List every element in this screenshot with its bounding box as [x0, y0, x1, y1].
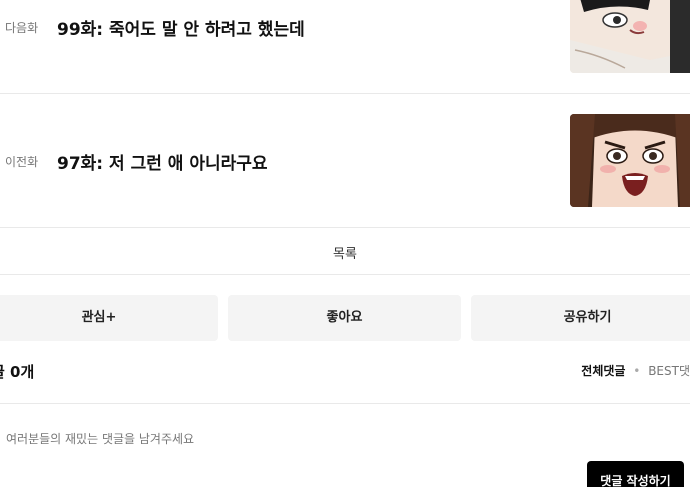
- write-comment-button[interactable]: 댓글 작성하기: [587, 461, 684, 487]
- share-button[interactable]: 공유하기: [471, 295, 690, 341]
- comments-header: 글 0개 전체댓글 • BEST댓: [0, 360, 690, 404]
- episode-list-label: 목록: [333, 247, 357, 262]
- previous-episode-thumbnail[interactable]: [570, 114, 690, 207]
- episode-list-link[interactable]: 목록: [0, 228, 690, 275]
- previous-episode-title[interactable]: 97화: 저 그런 애 아니라구요: [57, 149, 268, 174]
- previous-episode-row[interactable]: 이전화 97화: 저 그런 애 아니라구요: [0, 94, 690, 228]
- next-episode-row[interactable]: 다음화 99화: 죽어도 말 안 하려고 했는데: [0, 0, 690, 94]
- comment-sort-tabs: 전체댓글 • BEST댓: [581, 362, 690, 379]
- tab-separator: •: [633, 364, 641, 378]
- like-button[interactable]: 좋아요: [228, 295, 461, 341]
- next-episode-label: 다음화: [5, 21, 39, 35]
- next-episode-title[interactable]: 99화: 죽어도 말 안 하려고 했는데: [57, 15, 305, 40]
- next-episode-thumbnail[interactable]: [570, 0, 690, 73]
- comment-count: 글 0개: [0, 363, 35, 381]
- tab-all-comments[interactable]: 전체댓글: [581, 364, 625, 378]
- tab-best-comments[interactable]: BEST댓: [648, 364, 690, 378]
- previous-episode-label: 이전화: [5, 155, 39, 169]
- favorite-button[interactable]: 관심+: [0, 295, 218, 341]
- comment-input[interactable]: 여러분들의 재밌는 댓글을 남겨주세요: [6, 430, 194, 447]
- episode-viewer-footer: 다음화 99화: 죽어도 말 안 하려고 했는데 이전화 97화: 저 그런 애…: [0, 0, 690, 487]
